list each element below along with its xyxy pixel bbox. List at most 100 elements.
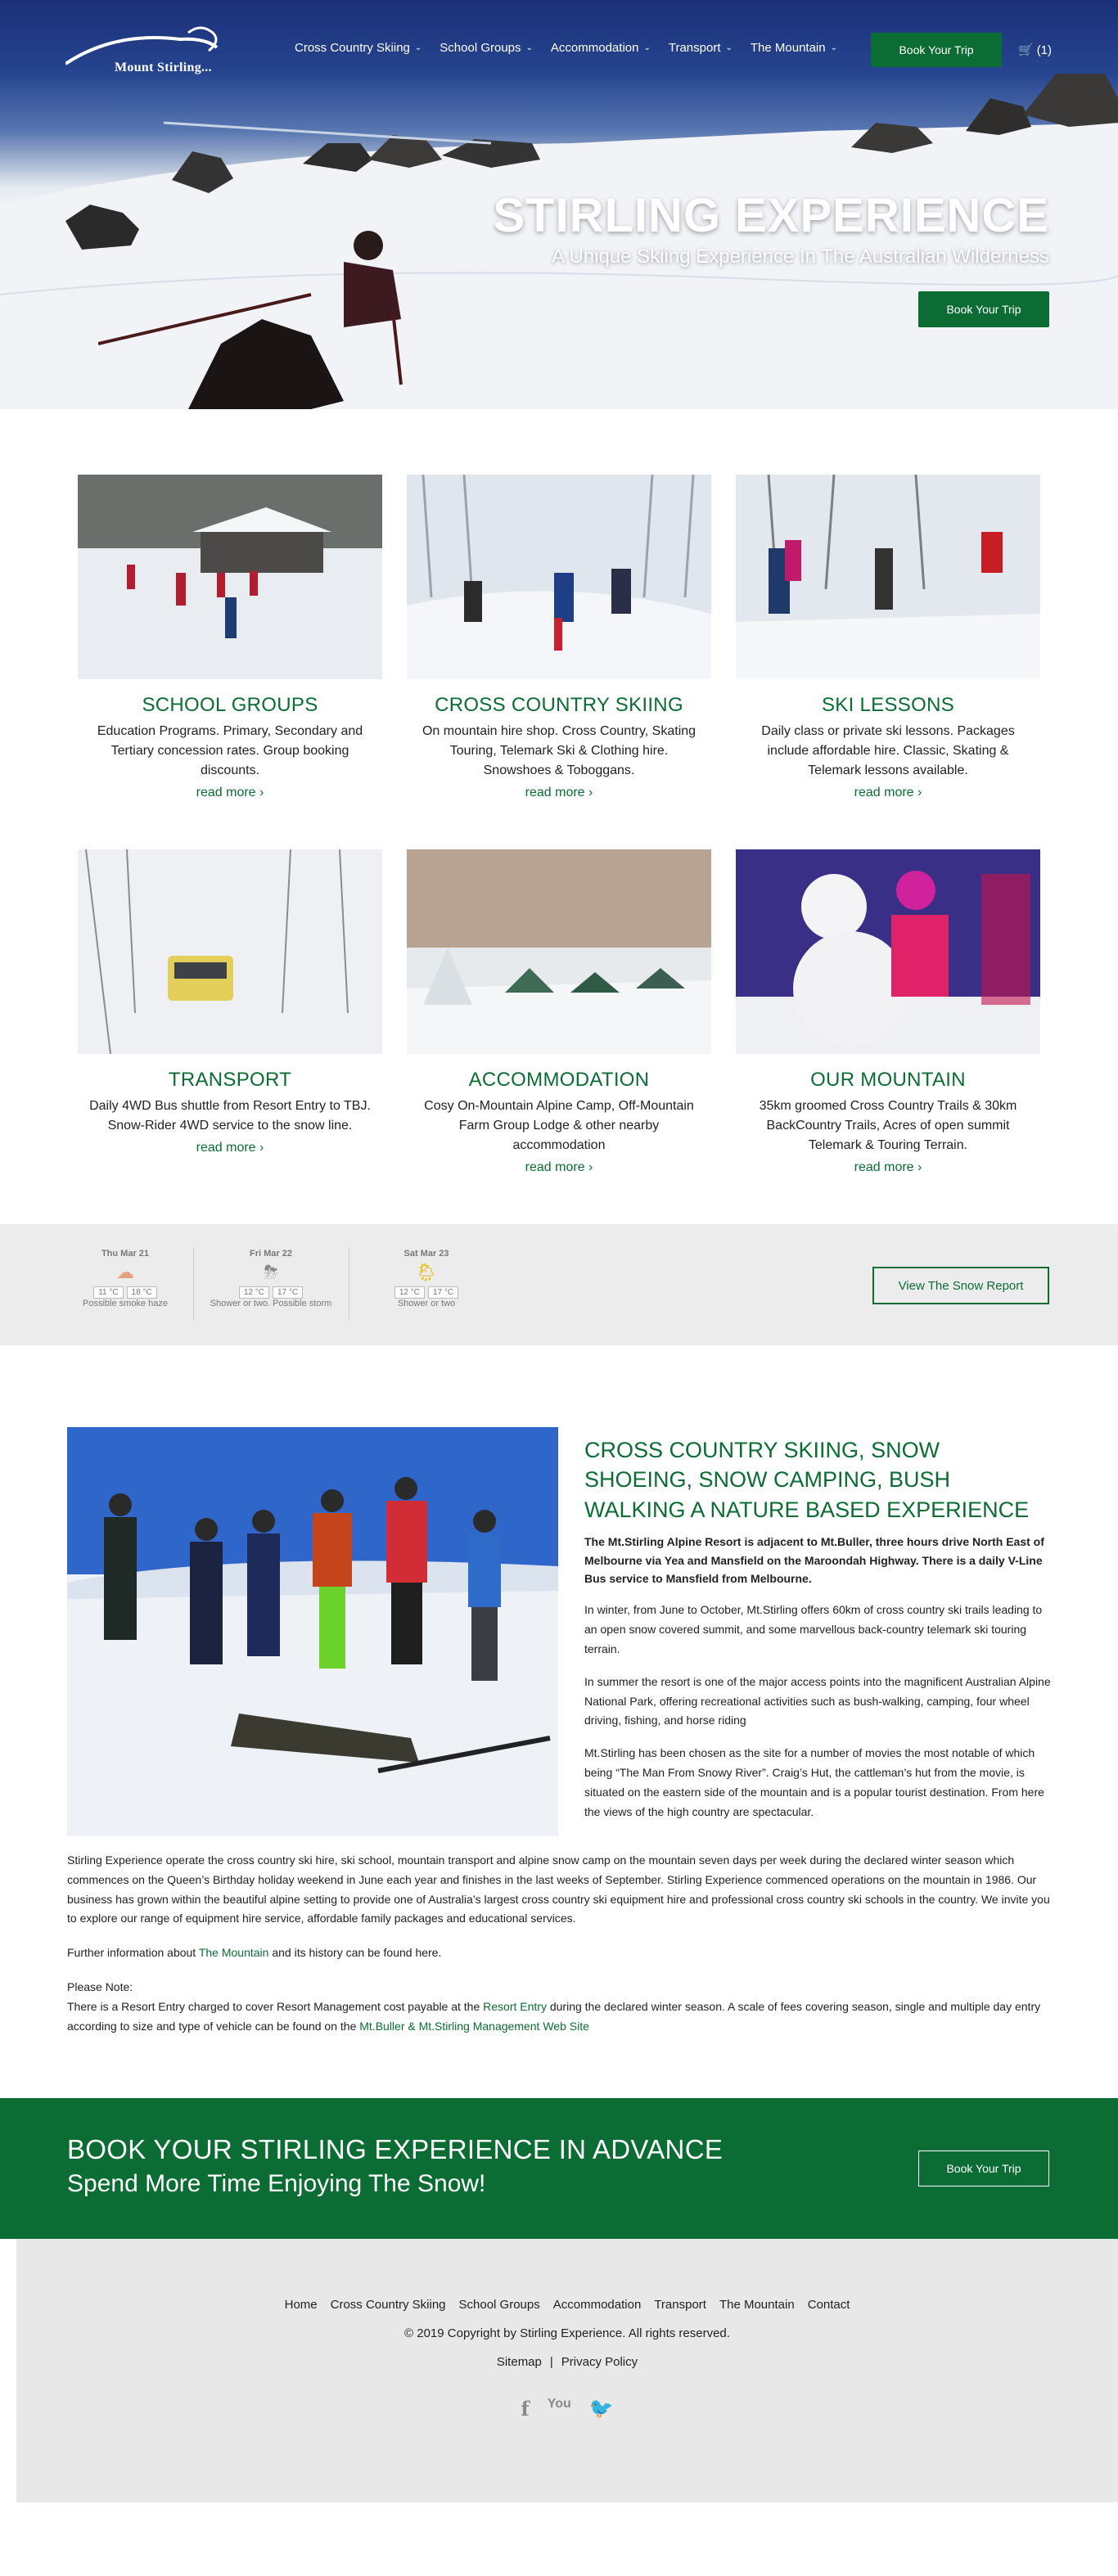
nav-book-trip-button[interactable]: Book Your Trip: [871, 33, 1002, 67]
card-title: TRANSPORT: [168, 1069, 292, 1091]
youtube-icon[interactable]: You: [548, 2397, 571, 2421]
resort-entry-link[interactable]: Resort Entry: [483, 2000, 547, 2013]
footer-link-transport[interactable]: Transport: [654, 2298, 706, 2312]
menu-label: Accommodation: [550, 41, 639, 55]
card-text: 35km groomed Cross Country Trails & 30km…: [759, 1099, 1017, 1152]
read-more-link[interactable]: read more ›: [196, 1141, 264, 1155]
haze-icon: ☁: [116, 1262, 134, 1282]
card-title: SCHOOL GROUPS: [142, 694, 318, 716]
snow-report-button[interactable]: View The Snow Report: [872, 1267, 1049, 1304]
forecast-desc: Possible smoke haze: [83, 1299, 168, 1308]
forecast-date: Sat Mar 23: [403, 1249, 449, 1259]
copyright: © 2019 Copyright by Stirling Experience.…: [404, 2326, 730, 2341]
forecast-desc: Shower or two: [397, 1299, 456, 1308]
the-mountain-link[interactable]: The Mountain: [199, 1946, 269, 1959]
forecast-date: Thu Mar 21: [101, 1249, 150, 1259]
forecast-day: Thu Mar 21 ☁ 11 °C 18 °C Possible smoke h…: [47, 1249, 203, 1308]
services-grid: SCHOOL GROUPS Education Programs. Primar…: [0, 409, 1118, 1175]
transport-image[interactable]: [78, 849, 382, 1054]
accommodation-image[interactable]: [407, 849, 711, 1054]
footer-link-the-mountain[interactable]: The Mountain: [719, 2298, 795, 2312]
hero-title: STIRLING EXPERIENCE: [493, 189, 1049, 242]
menu-label: Cross Country Skiing: [295, 41, 410, 55]
menu-item-the-mountain[interactable]: The Mountain ⌄: [751, 41, 837, 55]
chevron-down-icon: ⌄: [643, 43, 651, 52]
group-photo: [67, 1427, 558, 1836]
about-section: CROSS COUNTRY SKIING, SNOW SHOEING, SNOW…: [0, 1345, 1118, 2036]
temp-low: 12 °C: [394, 1286, 425, 1299]
cart-count: (1): [1036, 43, 1053, 57]
read-more-link[interactable]: read more ›: [196, 786, 264, 800]
menu-item-school-groups[interactable]: School Groups ⌄: [440, 41, 533, 55]
read-more-link[interactable]: read more ›: [854, 1160, 922, 1175]
site-logo[interactable]: Mount Stirling...: [64, 23, 237, 80]
cta-book-trip-button[interactable]: Book Your Trip: [918, 2150, 1049, 2187]
privacy-policy-link[interactable]: Privacy Policy: [561, 2355, 638, 2369]
please-note: Please Note: There is a Resort Entry char…: [67, 1978, 1051, 2036]
twitter-icon[interactable]: 🐦: [589, 2397, 614, 2421]
menu-item-cross-country-skiing[interactable]: Cross Country Skiing ⌄: [295, 41, 422, 55]
card-title: CROSS COUNTRY SKIING: [435, 694, 683, 716]
card-our-mountain: OUR MOUNTAIN 35km groomed Cross Country …: [736, 849, 1040, 1175]
chevron-down-icon: ⌄: [830, 43, 838, 52]
footer-link-accommodation[interactable]: Accommodation: [553, 2298, 642, 2312]
our-mountain-image[interactable]: [736, 849, 1040, 1054]
chevron-down-icon: ⌄: [725, 43, 733, 52]
card-text: Cosy On-Mountain Alpine Camp, Off-Mounta…: [424, 1099, 694, 1152]
skier-figure: [98, 231, 403, 409]
book-cta-banner: BOOK YOUR STIRLING EXPERIENCE IN ADVANCE…: [0, 2098, 1118, 2240]
services-row: TRANSPORT Daily 4WD Bus shuttle from Res…: [0, 849, 1118, 1175]
temp-low: 12 °C: [238, 1286, 269, 1299]
main-menu: Cross Country Skiing ⌄ School Groups ⌄ Acc…: [295, 41, 837, 55]
text: There is a Resort Entry charged to cover…: [67, 1999, 484, 2013]
cross-country-skiing-image[interactable]: [407, 475, 711, 679]
ski-lessons-image[interactable]: [736, 475, 1040, 679]
temp-high: 17 °C: [428, 1286, 459, 1299]
about-paragraph: Stirling Experience operate the cross co…: [67, 1853, 1050, 1925]
weather-forecast: Thu Mar 21 ☁ 11 °C 18 °C Possible smoke h…: [0, 1224, 1118, 1345]
temp-low: 11 °C: [93, 1286, 124, 1299]
social-links: f You 🐦: [16, 2397, 1118, 2421]
cart-link[interactable]: 🛒 (1): [1018, 43, 1053, 58]
card-school-groups: SCHOOL GROUPS Education Programs. Primar…: [78, 475, 382, 800]
hero-banner: Mount Stirling... Cross Country Skiing ⌄ …: [0, 0, 1118, 409]
separator: |: [549, 2355, 553, 2370]
facebook-icon[interactable]: f: [521, 2397, 529, 2421]
footer-link-cross-country-skiing[interactable]: Cross Country Skiing: [331, 2298, 446, 2312]
card-title: ACCOMMODATION: [468, 1069, 650, 1091]
card-ski-lessons: SKI LESSONS Daily class or private ski l…: [736, 475, 1040, 800]
forecast-day: Sat Mar 23 🌦 12 °C 17 °C Shower or two: [349, 1249, 504, 1308]
footer-nav: Home Cross Country Skiing School Groups …: [16, 2298, 1118, 2312]
card-title: SKI LESSONS: [821, 694, 955, 716]
menu-item-transport[interactable]: Transport ⌄: [669, 41, 733, 55]
card-text: Daily class or private ski lessons. Pack…: [761, 724, 1015, 777]
further-info: Further information about The Mountain a…: [67, 1943, 1051, 1963]
sitemap-link[interactable]: Sitemap: [497, 2355, 542, 2369]
card-text: Daily 4WD Bus shuttle from Resort Entry …: [89, 1099, 371, 1133]
services-row: SCHOOL GROUPS Education Programs. Primar…: [0, 475, 1118, 800]
cta-subtitle: Spend More Time Enjoying The Snow!: [67, 2170, 486, 2198]
temp-high: 18 °C: [126, 1286, 157, 1299]
management-site-link[interactable]: Mt.Buller & Mt.Stirling Management Web S…: [359, 2020, 589, 2033]
footer-link-school-groups[interactable]: School Groups: [459, 2298, 540, 2312]
footer-link-home[interactable]: Home: [285, 2298, 318, 2312]
site-footer: Home Cross Country Skiing School Groups …: [0, 2239, 1118, 2503]
school-groups-image[interactable]: [78, 475, 382, 679]
temp-high: 17 °C: [273, 1286, 304, 1299]
menu-label: Transport: [668, 41, 721, 55]
card-cross-country-skiing: CROSS COUNTRY SKIING On mountain hire sh…: [407, 475, 711, 800]
chevron-down-icon: ⌄: [414, 43, 422, 52]
cart-icon: 🛒: [1018, 43, 1034, 57]
menu-label: The Mountain: [750, 41, 826, 55]
text: and its history can be found here.: [268, 1946, 442, 1960]
read-more-link[interactable]: read more ›: [525, 1160, 593, 1175]
footer-link-contact[interactable]: Contact: [808, 2298, 850, 2312]
read-more-link[interactable]: read more ›: [854, 786, 922, 800]
menu-item-accommodation[interactable]: Accommodation ⌄: [551, 41, 651, 55]
footer-legal-links: Sitemap | Privacy Policy: [16, 2355, 1118, 2369]
sun-shower-icon: 🌦: [415, 1262, 438, 1282]
chevron-down-icon: ⌄: [525, 43, 533, 52]
note-label: Please Note:: [67, 1979, 133, 1993]
hero-book-trip-button[interactable]: Book Your Trip: [918, 291, 1049, 327]
read-more-link[interactable]: read more ›: [525, 786, 593, 800]
